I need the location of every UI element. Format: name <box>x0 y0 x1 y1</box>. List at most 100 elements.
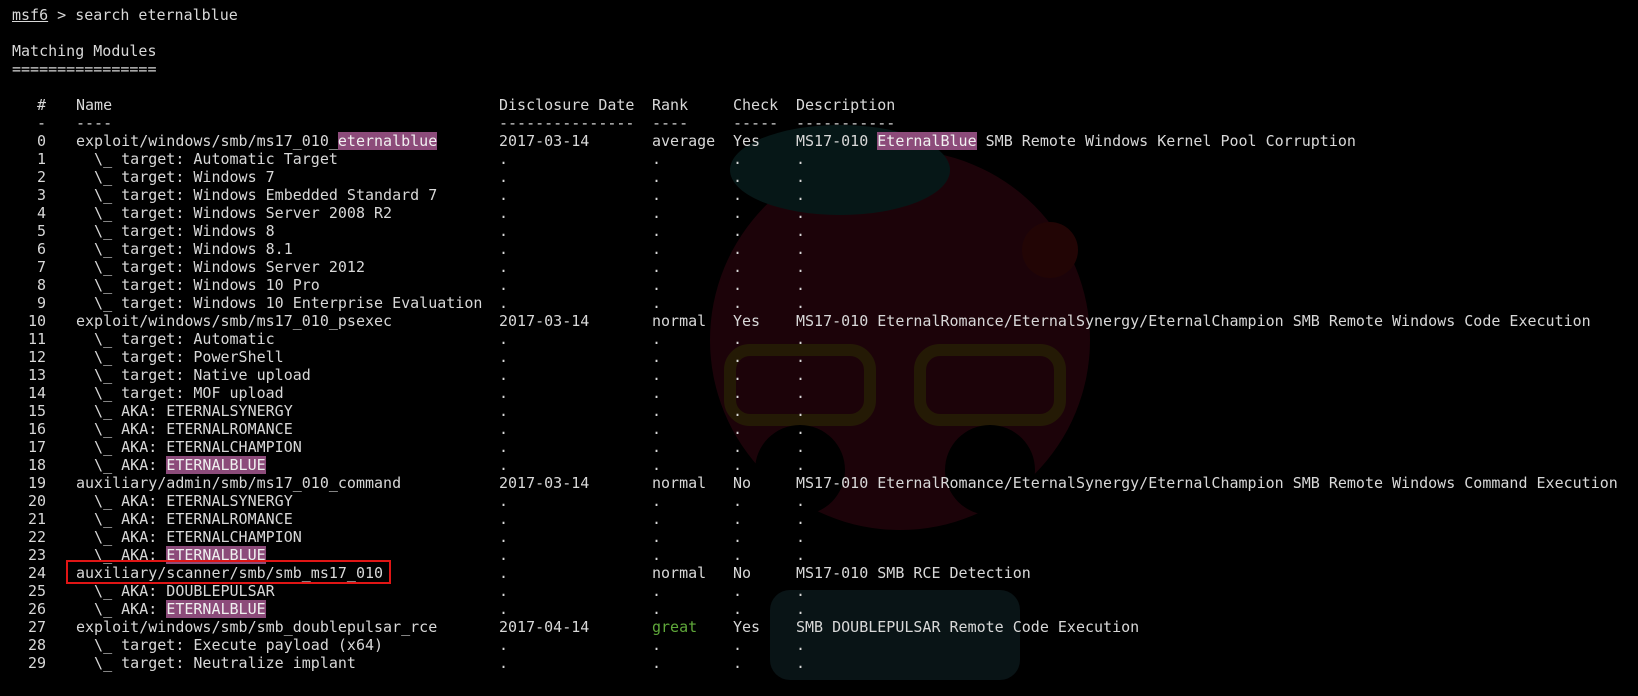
rule-num: - <box>36 114 46 132</box>
row-num: 1 <box>36 150 46 168</box>
row-rank: . <box>652 636 662 654</box>
row-name-text: \_ target: Windows Embedded Standard 7 <box>76 186 438 204</box>
row-name: \_ AKA: ETERNALBLUE <box>76 600 266 618</box>
row-num: 10 <box>27 312 46 330</box>
table-row: 11 \_ target: Automatic.... <box>12 330 1638 348</box>
rule-check: ----- <box>733 114 779 132</box>
table-row: 29 \_ target: Neutralize implant.... <box>12 654 1638 672</box>
table-row: 18 \_ AKA: ETERNALBLUE.... <box>12 456 1638 474</box>
row-check: . <box>733 510 743 528</box>
row-name: exploit/windows/smb/smb_doublepulsar_rce <box>76 618 437 636</box>
table-row: 22 \_ AKA: ETERNALCHAMPION.... <box>12 528 1638 546</box>
row-check: . <box>733 276 743 294</box>
row-desc-text: MS17-010 EternalRomance/EternalSynergy/E… <box>796 312 1591 330</box>
row-desc: . <box>796 150 805 168</box>
table-row: 12 \_ target: PowerShell.... <box>12 348 1638 366</box>
row-desc-text: . <box>796 276 806 294</box>
row-rank: . <box>652 204 662 222</box>
section-title: Matching Modules <box>12 42 157 60</box>
row-name-text: \_ target: Execute payload (x64) <box>76 636 384 654</box>
row-desc-text: . <box>796 258 806 276</box>
row-desc-text: . <box>796 528 806 546</box>
row-num: 25 <box>27 582 46 600</box>
row-desc: . <box>796 636 805 654</box>
table-row: 8 \_ target: Windows 10 Pro.... <box>12 276 1638 294</box>
row-rank: . <box>652 510 662 528</box>
row-rank: . <box>652 582 662 600</box>
row-check: . <box>733 294 743 312</box>
row-name: \_ target: Windows Server 2012 <box>76 258 365 276</box>
row-rank: great <box>652 618 698 636</box>
row-date: . <box>499 294 509 312</box>
row-rank: . <box>652 348 662 366</box>
row-desc: . <box>796 204 805 222</box>
row-desc-text: . <box>796 150 806 168</box>
row-name-text: \_ AKA: ETERNALCHAMPION <box>76 438 302 456</box>
row-name-text: \_ AKA: ETERNALROMANCE <box>76 510 293 528</box>
row-desc-text: . <box>796 366 806 384</box>
row-date: . <box>499 600 509 618</box>
row-rank: . <box>652 330 662 348</box>
row-name: \_ target: Windows 10 Enterprise Evaluat… <box>76 294 482 312</box>
row-desc: MS17-010 EternalRomance/EternalSynergy/E… <box>796 474 1618 492</box>
search-match-highlight: ETERNALBLUE <box>166 600 266 618</box>
row-desc: . <box>796 600 805 618</box>
row-desc-text: . <box>796 348 806 366</box>
row-check: . <box>733 384 743 402</box>
row-rank: . <box>652 186 662 204</box>
row-desc-text: . <box>796 438 806 456</box>
row-name: exploit/windows/smb/ms17_010_eternalblue <box>76 132 438 150</box>
row-name-text: \_ AKA: ETERNALSYNERGY <box>76 492 293 510</box>
row-date: 2017-03-14 <box>499 132 590 150</box>
row-desc-text: . <box>796 204 806 222</box>
prompt-command: > search eternalblue <box>48 6 238 24</box>
row-name: \_ target: Windows Server 2008 R2 <box>76 204 392 222</box>
row-rank: . <box>652 168 662 186</box>
row-date: . <box>499 348 509 366</box>
row-rank: normal <box>652 312 707 330</box>
table-row: 1 \_ target: Automatic Target.... <box>12 150 1638 168</box>
row-desc-text: . <box>796 294 806 312</box>
row-date: . <box>499 150 509 168</box>
row-name-text: \_ target: Windows Server 2012 <box>76 258 365 276</box>
row-date: . <box>499 384 509 402</box>
row-desc-text: MS17-010 SMB RCE Detection <box>796 564 1031 582</box>
row-desc: . <box>796 240 805 258</box>
row-name: \_ AKA: ETERNALCHAMPION <box>76 528 302 546</box>
row-date: . <box>499 402 509 420</box>
row-name: \_ target: Neutralize implant <box>76 654 356 672</box>
table-row: 4 \_ target: Windows Server 2008 R2.... <box>12 204 1638 222</box>
row-name-text: \_ AKA: <box>76 456 167 474</box>
row-rank: . <box>652 438 662 456</box>
row-check: . <box>733 528 743 546</box>
row-name-text: \_ target: Windows 10 Enterprise Evaluat… <box>76 294 483 312</box>
row-desc-text: . <box>796 636 806 654</box>
row-num: 6 <box>36 240 46 258</box>
table-row: 27 exploit/windows/smb/smb_doublepulsar_r… <box>12 618 1638 636</box>
row-num: 0 <box>36 132 46 150</box>
row-date: . <box>499 420 509 438</box>
header-desc: Description <box>796 96 896 114</box>
search-match-highlight: eternalblue <box>337 132 438 150</box>
prompt-line: msf6 > search eternalblue <box>12 6 1638 24</box>
row-name: \_ AKA: ETERNALBLUE <box>76 456 266 474</box>
table-header: # Name Disclosure Date Rank Check Descri… <box>12 96 1638 114</box>
row-desc-text: . <box>796 168 806 186</box>
section-underline: ================ <box>12 60 157 78</box>
row-name: auxiliary/admin/smb/ms17_010_command <box>76 474 401 492</box>
row-desc-text: . <box>796 222 806 240</box>
row-check: . <box>733 438 743 456</box>
table-row: 7 \_ target: Windows Server 2012.... <box>12 258 1638 276</box>
row-name-text: \_ AKA: ETERNALSYNERGY <box>76 402 293 420</box>
row-name: \_ AKA: DOUBLEPULSAR <box>76 582 275 600</box>
row-name: \_ target: PowerShell <box>76 348 284 366</box>
row-num: 12 <box>27 348 46 366</box>
row-desc-text: . <box>796 420 806 438</box>
row-desc: . <box>796 438 805 456</box>
row-check: . <box>733 600 743 618</box>
row-date: . <box>499 330 509 348</box>
row-date: . <box>499 438 509 456</box>
table-row: 17 \_ AKA: ETERNALCHAMPION.... <box>12 438 1638 456</box>
row-date: . <box>499 528 509 546</box>
row-name-text: \_ AKA: ETERNALROMANCE <box>76 420 293 438</box>
